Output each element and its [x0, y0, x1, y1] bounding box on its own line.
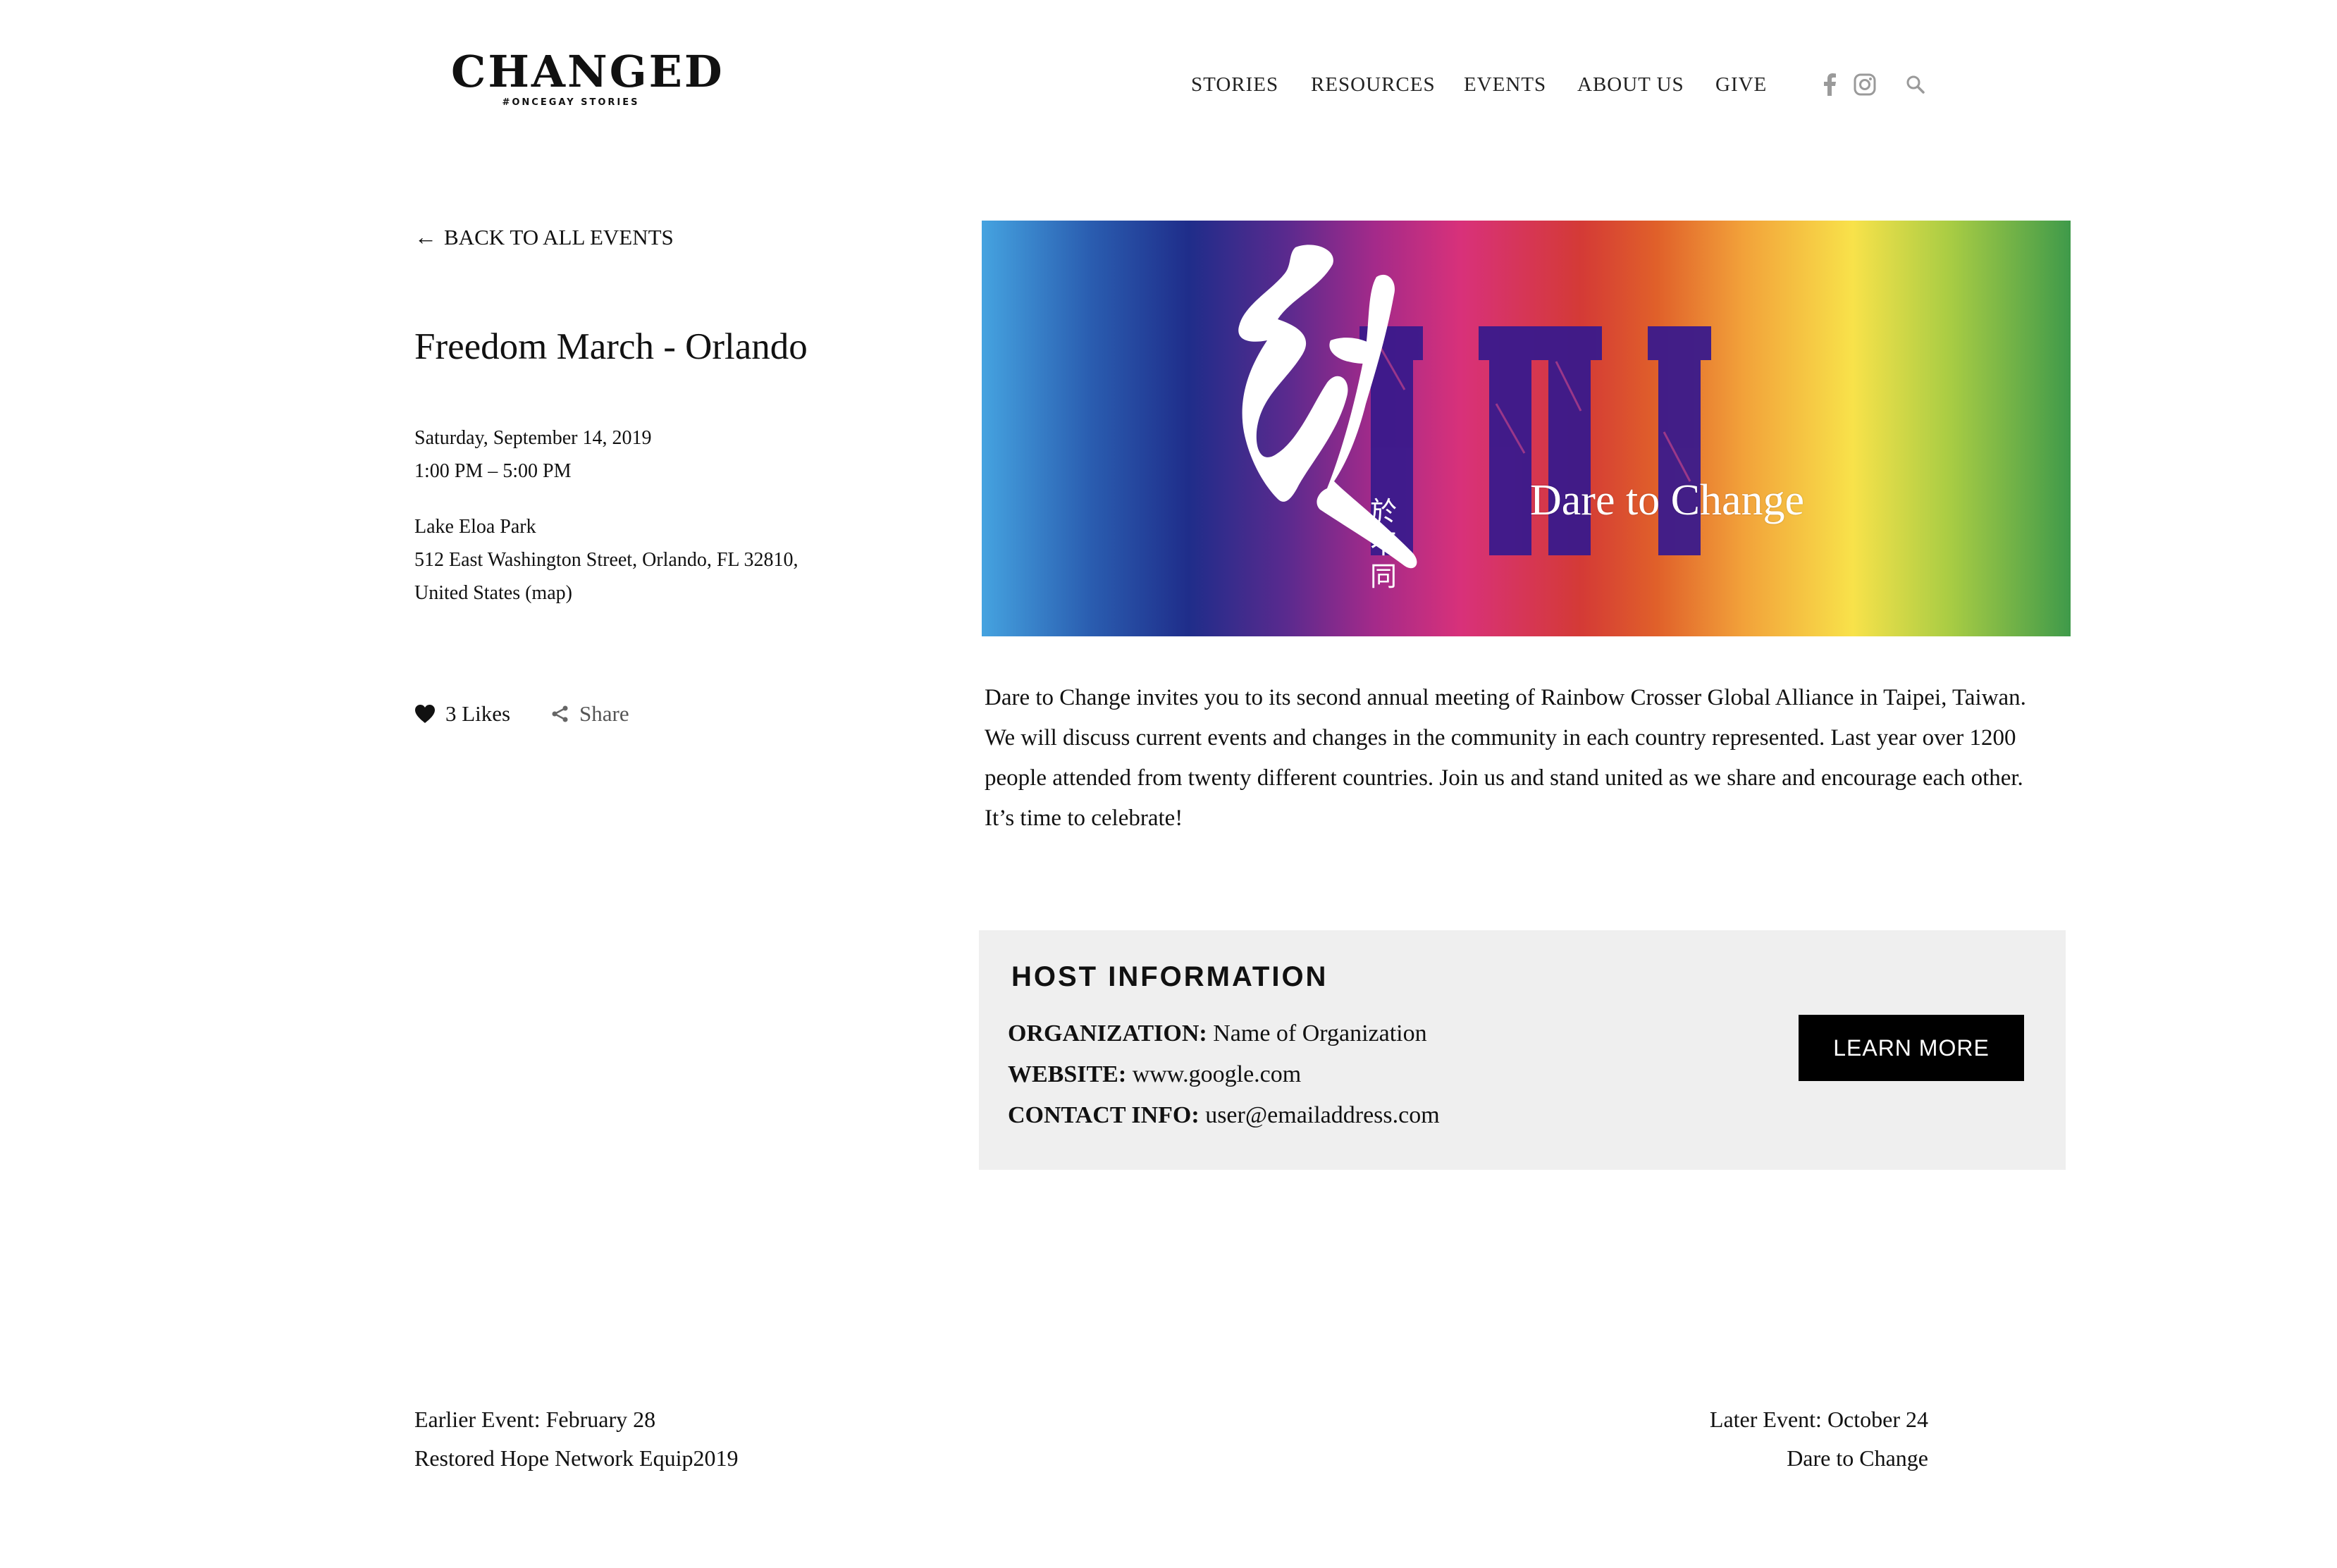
main-nav: STORIES: [1191, 70, 1278, 99]
share-icon: [551, 705, 569, 723]
arrow-left-icon: ←: [414, 224, 437, 249]
later-event-link[interactable]: Later Event: October 24 Dare to Change: [1710, 1400, 1928, 1478]
event-address: 512 East Washington Street, Orlando, FL …: [414, 549, 798, 571]
host-contact-label: CONTACT INFO:: [1008, 1102, 1200, 1128]
likes-count: 3 Likes: [445, 701, 511, 726]
back-to-events-label: BACK TO ALL EVENTS: [444, 224, 674, 249]
event-address-map-link[interactable]: United States (map): [414, 576, 572, 610]
host-contact: CONTACT INFO: user@emailaddress.com: [1008, 1102, 1440, 1129]
back-to-events-link[interactable]: ← BACK TO ALL EVENTS: [414, 224, 674, 250]
nav-resources[interactable]: RESOURCES: [1311, 73, 1436, 97]
later-event-title: Dare to Change: [1787, 1445, 1928, 1471]
host-organization-value: Name of Organization: [1213, 1020, 1427, 1047]
learn-more-button[interactable]: LEARN MORE: [1799, 1015, 2024, 1081]
main-nav-about-wrap: ABOUT US: [1577, 70, 1684, 99]
search-icon[interactable]: [1904, 73, 1927, 96]
share-button[interactable]: Share: [551, 698, 629, 730]
event-banner-image: 於 不 同 Dare to Change: [982, 221, 2071, 636]
facebook-icon[interactable]: [1820, 72, 1839, 97]
share-label: Share: [579, 701, 629, 726]
earlier-event-title: Restored Hope Network Equip2019: [414, 1445, 739, 1471]
event-venue: Lake Eloa Park: [414, 516, 536, 538]
nav-events[interactable]: EVENTS: [1464, 73, 1546, 97]
nav-stories[interactable]: STORIES: [1191, 73, 1278, 97]
main-nav-resources-wrap: RESOURCES: [1311, 70, 1436, 99]
host-website-value[interactable]: www.google.com: [1133, 1061, 1302, 1087]
site-logo[interactable]: CHANGED #ONCEGAY STORIES: [451, 46, 724, 109]
host-website: WEBSITE: www.google.com: [1008, 1061, 1301, 1088]
nav-give[interactable]: GIVE: [1715, 73, 1767, 97]
instagram-icon[interactable]: [1852, 72, 1877, 97]
logo-wordmark: CHANGED: [451, 46, 724, 97]
logo-tagline: #ONCEGAY STORIES: [502, 97, 640, 108]
event-date: Saturday, September 14, 2019: [414, 427, 652, 449]
event-title: Freedom March - Orlando: [414, 326, 808, 367]
later-event-label: Later Event: October 24: [1709, 1407, 1928, 1432]
earlier-event-link[interactable]: Earlier Event: February 28 Restored Hope…: [414, 1400, 738, 1478]
host-organization-label: ORGANIZATION:: [1008, 1020, 1207, 1047]
host-organization: ORGANIZATION: Name of Organization: [1008, 1020, 1427, 1047]
earlier-event-label: Earlier Event: February 28: [414, 1407, 656, 1432]
host-heading: HOST INFORMATION: [1011, 961, 1328, 992]
host-contact-value[interactable]: user@emailaddress.com: [1205, 1102, 1439, 1128]
like-button[interactable]: 3 Likes: [414, 698, 510, 730]
banner-artwork: [1238, 245, 1711, 569]
main-nav-give-wrap: GIVE: [1715, 70, 1767, 99]
banner-cjk-char-3: 同: [1369, 561, 1397, 592]
event-description: Dare to Change invites you to its second…: [985, 685, 2026, 831]
nav-about-us[interactable]: ABOUT US: [1577, 73, 1684, 97]
host-website-label: WEBSITE:: [1008, 1061, 1127, 1087]
banner-cjk-char-1: 於: [1369, 496, 1397, 527]
banner-vertical-text: 於 不 同: [1368, 495, 1399, 593]
event-time: 1:00 PM – 5:00 PM: [414, 460, 572, 482]
main-nav-events-wrap: EVENTS: [1464, 70, 1546, 99]
banner-caption: Dare to Change: [1530, 476, 1805, 524]
host-information-panel: HOST INFORMATION ORGANIZATION: Name of O…: [979, 930, 2066, 1170]
banner-cjk-char-2: 不: [1369, 529, 1397, 560]
heart-icon: [414, 704, 436, 724]
